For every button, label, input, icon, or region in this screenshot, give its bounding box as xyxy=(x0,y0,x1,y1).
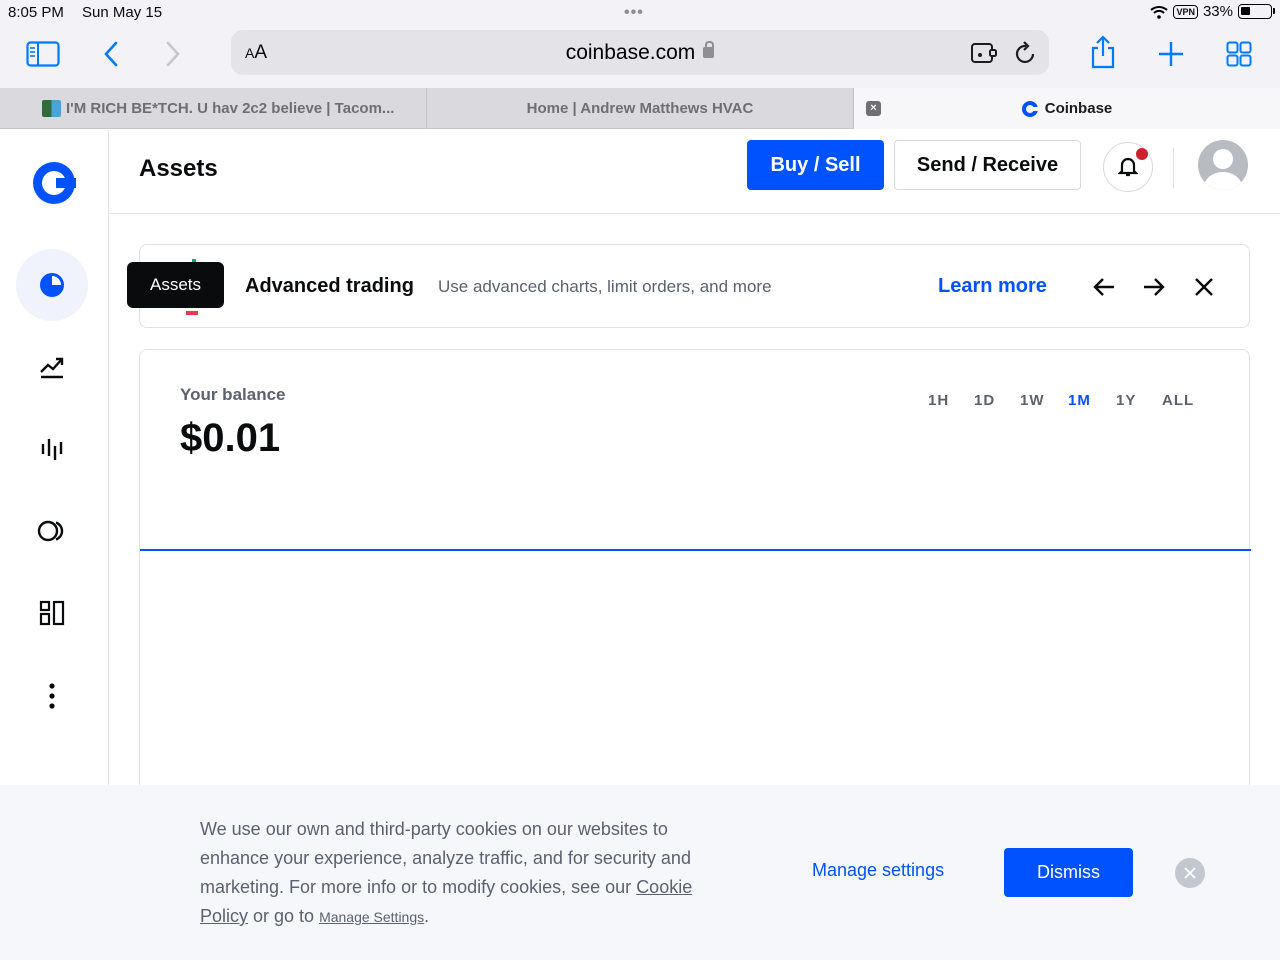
sidebar-item-dashboard[interactable] xyxy=(16,577,88,649)
wifi-icon xyxy=(1150,5,1169,19)
cookie-close-icon[interactable] xyxy=(1175,858,1205,888)
url-text: coinbase.com xyxy=(565,41,696,64)
tab-bar: I'M RICH BE*TCH. U hav 2c2 believe | Tac… xyxy=(0,88,1280,129)
coins-icon xyxy=(37,520,64,542)
send-receive-button[interactable]: Send / Receive xyxy=(894,140,1081,190)
range-1y[interactable]: 1Y xyxy=(1116,392,1162,409)
reload-icon[interactable] xyxy=(1013,40,1039,66)
tab-close-icon[interactable]: × xyxy=(866,101,881,116)
promo-description: Use advanced charts, limit orders, and m… xyxy=(438,277,772,296)
balance-card: Your balance $0.01 1H 1D 1W 1M 1Y ALL xyxy=(139,349,1251,819)
notifications-button[interactable] xyxy=(1103,142,1153,192)
tab-label: Home | Andrew Matthews HVAC xyxy=(526,100,754,117)
close-icon[interactable] xyxy=(1190,273,1218,301)
assets-tooltip: Assets xyxy=(127,262,224,308)
balance-label: Your balance xyxy=(180,385,286,404)
candlestick-icon xyxy=(41,439,63,460)
range-1m[interactable]: 1M xyxy=(1068,392,1116,409)
next-arrow-icon[interactable] xyxy=(1140,273,1168,301)
tab-overview-icon[interactable] xyxy=(1224,40,1254,68)
range-all[interactable]: ALL xyxy=(1162,392,1202,409)
extension-icon[interactable] xyxy=(970,40,998,66)
tab-hvac[interactable]: Home | Andrew Matthews HVAC xyxy=(427,88,854,129)
balance-value: $0.01 xyxy=(180,416,281,460)
share-icon[interactable] xyxy=(1088,34,1118,70)
header-divider xyxy=(1173,148,1174,188)
cookie-banner: We use our own and third-party cookies o… xyxy=(0,785,1280,960)
sidebar-item-trade[interactable] xyxy=(16,331,88,403)
avatar[interactable] xyxy=(1198,140,1248,190)
page-header: Assets Buy / Sell Send / Receive xyxy=(109,130,1280,214)
battery-icon xyxy=(1238,4,1275,19)
manage-settings-button[interactable]: Manage settings xyxy=(812,860,944,881)
tab-coinbase[interactable]: × Coinbase xyxy=(854,88,1280,129)
more-vertical-icon xyxy=(49,683,55,709)
lock-icon xyxy=(703,41,715,58)
status-indicators: VPN 33% xyxy=(1150,3,1275,20)
tab-favicon xyxy=(42,100,61,117)
previous-arrow-icon[interactable] xyxy=(1090,273,1118,301)
cookie-text: We use our own and third-party cookies o… xyxy=(200,819,693,926)
advanced-trading-banner: Advanced trading Use advanced charts, li… xyxy=(139,244,1250,328)
sidebar-item-assets[interactable] xyxy=(16,249,88,321)
range-1d[interactable]: 1D xyxy=(974,392,1020,409)
forward-icon[interactable] xyxy=(162,40,184,68)
notification-badge xyxy=(1136,148,1148,160)
bell-icon xyxy=(1118,157,1138,177)
coinbase-favicon-icon xyxy=(1021,100,1038,117)
trend-chart-icon xyxy=(40,357,64,379)
time-range-selector: 1H 1D 1W 1M 1Y ALL xyxy=(928,392,1202,409)
learn-more-link[interactable]: Learn more xyxy=(938,275,1047,298)
dismiss-button[interactable]: Dismiss xyxy=(1004,848,1133,897)
sidebar-item-advanced[interactable] xyxy=(16,413,88,485)
url-field[interactable]: coinbase.com xyxy=(231,41,1049,65)
tab-label: Coinbase xyxy=(1044,100,1113,117)
new-tab-icon[interactable] xyxy=(1157,40,1185,68)
battery-percent: 33% xyxy=(1202,3,1233,20)
page-title: Assets xyxy=(139,155,218,182)
promo-title: Advanced trading xyxy=(245,275,414,297)
status-date: Sun May 15 xyxy=(82,4,163,21)
pie-chart-icon xyxy=(40,273,64,297)
dashboard-icon xyxy=(39,600,65,626)
vpn-badge: VPN xyxy=(1173,4,1198,19)
range-1h[interactable]: 1H xyxy=(928,392,974,409)
browser-toolbar: AA coinbase.com xyxy=(0,26,1280,88)
coinbase-logo-icon[interactable] xyxy=(33,162,76,204)
status-time: 8:05 PM xyxy=(8,4,64,21)
range-1w[interactable]: 1W xyxy=(1020,392,1068,409)
sidebar-toggle-icon[interactable] xyxy=(26,40,60,68)
address-bar[interactable]: AA coinbase.com xyxy=(231,30,1049,75)
back-icon[interactable] xyxy=(100,40,122,68)
status-bar: 8:05 PM Sun May 15 ••• VPN 33% xyxy=(0,0,1280,26)
sidebar-item-earn[interactable] xyxy=(16,495,88,567)
manage-settings-link[interactable]: Manage Settings xyxy=(319,909,424,925)
tab-label: I'M RICH BE*TCH. U hav 2c2 believe | Tac… xyxy=(66,100,395,117)
tab-tacoma[interactable]: I'M RICH BE*TCH. U hav 2c2 believe | Tac… xyxy=(0,88,427,129)
sidebar-item-more[interactable] xyxy=(16,660,88,732)
balance-chart xyxy=(140,549,1251,551)
multitasking-dots-icon[interactable]: ••• xyxy=(624,4,644,22)
buy-sell-button[interactable]: Buy / Sell xyxy=(747,140,884,190)
